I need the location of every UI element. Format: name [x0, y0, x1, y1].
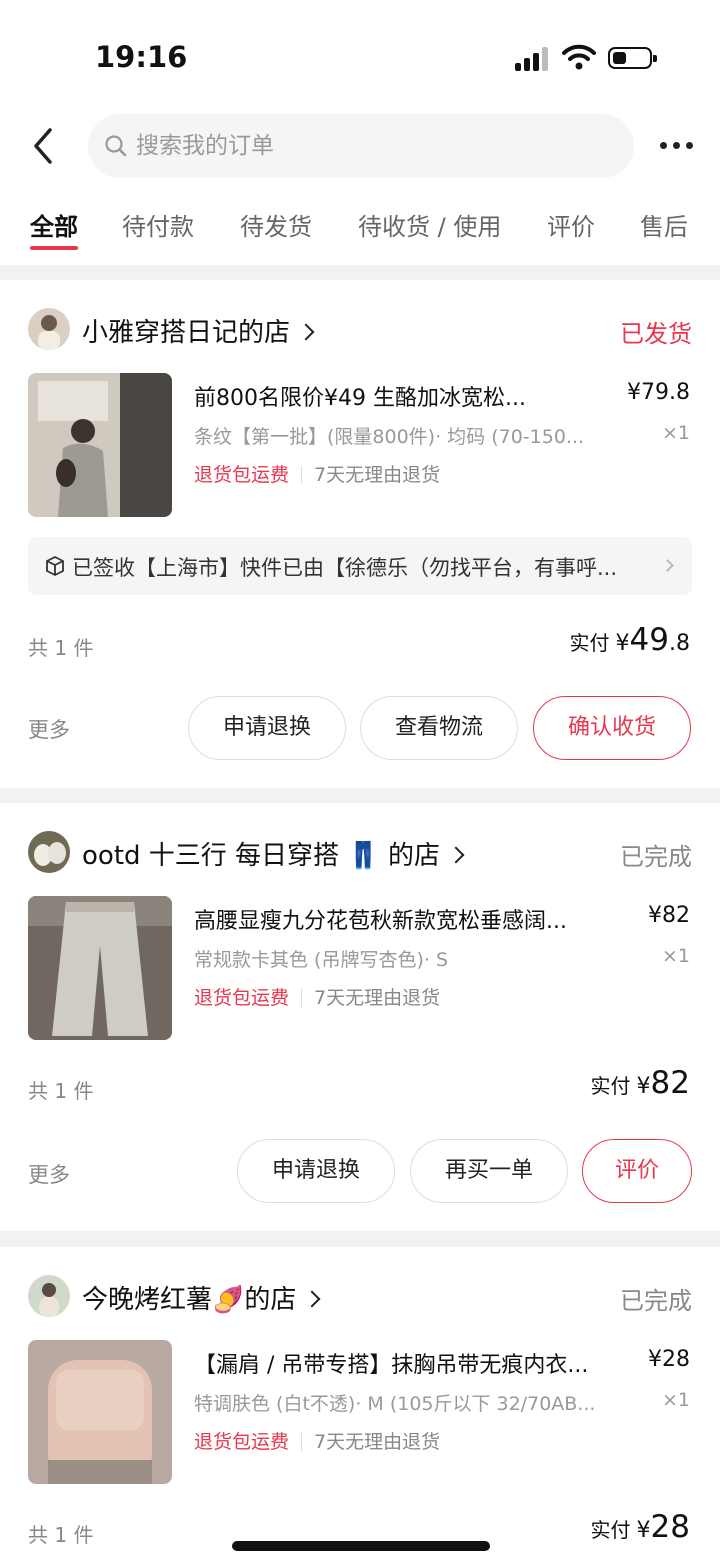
paid-label: 实付 [569, 631, 610, 655]
product-spec: 特调肤色 (白t不透)· M (105斤以下 32/70AB... [194, 1393, 596, 1415]
chevron-right-icon [447, 846, 465, 864]
product-price: ¥82 [648, 903, 690, 928]
service-tags: 退货包运费 7天无理由退货 [194, 983, 440, 1010]
product-quantity: ×1 [661, 945, 690, 967]
home-indicator[interactable] [232, 1541, 490, 1551]
order-status: 已发货 [620, 320, 692, 348]
service-tags: 退货包运费 7天无理由退货 [194, 460, 440, 487]
tab-pending-payment[interactable]: 待付款 [122, 207, 194, 242]
shop-avatar [28, 831, 70, 873]
item-count: 共 1 件 [28, 636, 94, 660]
paid-amount: 实付 ¥28 [591, 1509, 690, 1545]
product-price: ¥28 [648, 1347, 690, 1372]
product-quantity: ×1 [661, 422, 690, 444]
signal-icon [515, 47, 551, 71]
paid-label: 实付 [590, 1074, 631, 1098]
battery-icon [608, 47, 657, 69]
active-tab-indicator [30, 246, 78, 250]
buy-again-button[interactable]: 再买一单 [410, 1139, 568, 1203]
tab-pending-receipt[interactable]: 待收货 / 使用 [358, 207, 501, 242]
review-button[interactable]: 评价 [582, 1139, 692, 1203]
chevron-right-icon [303, 1290, 321, 1308]
order-card: 今晚烤红薯🍠的店 已完成 【漏肩 / 吊带专搭】抹胸吊带无痕内衣... ¥28 … [0, 1247, 720, 1565]
paid-integer: 49 [629, 622, 669, 658]
back-arrow-icon[interactable] [28, 126, 58, 166]
status-bar: 19:16 [0, 0, 720, 110]
product-title[interactable]: 【漏肩 / 吊带专搭】抹胸吊带无痕内衣... [194, 1347, 604, 1379]
shop-avatar [28, 308, 70, 350]
order-status: 已完成 [620, 843, 692, 871]
header: 19:16 全部 待付款 待发货 待收货 / 使用 评价 售后 [0, 0, 720, 265]
product-image[interactable] [28, 896, 172, 1040]
product-spec: 常规款卡其色 (吊牌写杏色)· S [194, 949, 449, 971]
search-icon [105, 135, 127, 157]
return-shipping-tag: 退货包运费 [194, 464, 290, 486]
tab-all[interactable]: 全部 [30, 207, 78, 242]
product-image[interactable] [28, 1340, 172, 1484]
order-card: 小雅穿搭日记的店 已发货 前800名限价¥49 生酪加冰宽松... ¥79.8 … [0, 280, 720, 788]
shop-header[interactable]: ootd 十三行 每日穿搭 👖 的店 已完成 [28, 831, 692, 875]
request-return-button[interactable]: 申请退换 [188, 696, 346, 760]
view-logistics-button[interactable]: 查看物流 [360, 696, 518, 760]
product-price: ¥79.8 [627, 380, 690, 405]
paid-currency: ¥ [636, 1518, 651, 1543]
item-count: 共 1 件 [28, 1079, 94, 1103]
shop-avatar [28, 1275, 70, 1317]
return-policy-tag: 7天无理由退货 [314, 987, 441, 1009]
return-shipping-tag: 退货包运费 [194, 1431, 290, 1453]
paid-decimal: .8 [669, 631, 690, 656]
request-return-button[interactable]: 申请退换 [237, 1139, 395, 1203]
status-time: 19:16 [95, 40, 188, 74]
chevron-right-icon [661, 559, 674, 572]
tab-review[interactable]: 评价 [547, 207, 595, 242]
tab-after-sales[interactable]: 售后 [640, 207, 688, 242]
confirm-receipt-button[interactable]: 确认收货 [533, 696, 691, 760]
logistics-bar[interactable]: 已签收【上海市】快件已由【徐德乐（勿找平台，有事呼... [28, 537, 692, 595]
order-status: 已完成 [620, 1287, 692, 1315]
shop-name: 小雅穿搭日记的店 [82, 318, 291, 348]
more-link[interactable]: 更多 [28, 1159, 70, 1189]
item-count: 共 1 件 [28, 1523, 94, 1547]
paid-currency: ¥ [615, 631, 630, 656]
more-icon[interactable] [656, 134, 696, 158]
product-image[interactable] [28, 373, 172, 517]
tab-pending-shipment[interactable]: 待发货 [240, 207, 312, 242]
order-card: ootd 十三行 每日穿搭 👖 的店 已完成 高腰显瘦九分花苞秋新款宽松垂感阔.… [0, 803, 720, 1231]
search-bar[interactable] [88, 114, 634, 178]
paid-currency: ¥ [636, 1074, 651, 1099]
product-quantity: ×1 [661, 1389, 690, 1411]
shop-header[interactable]: 今晚烤红薯🍠的店 已完成 [28, 1275, 692, 1319]
paid-integer: 28 [650, 1509, 690, 1545]
return-shipping-tag: 退货包运费 [194, 987, 290, 1009]
return-policy-tag: 7天无理由退货 [314, 464, 441, 486]
more-link[interactable]: 更多 [28, 714, 70, 744]
paid-label: 实付 [590, 1518, 631, 1542]
logistics-text: 已签收【上海市】快件已由【徐德乐（勿找平台，有事呼... [72, 556, 618, 580]
shop-name: 今晚烤红薯🍠的店 [82, 1285, 297, 1315]
service-tags: 退货包运费 7天无理由退货 [194, 1427, 440, 1454]
product-title[interactable]: 前800名限价¥49 生酪加冰宽松... [194, 380, 604, 412]
chevron-right-icon [297, 323, 315, 341]
product-title[interactable]: 高腰显瘦九分花苞秋新款宽松垂感阔... [194, 903, 604, 935]
package-icon [46, 556, 64, 576]
return-policy-tag: 7天无理由退货 [314, 1431, 441, 1453]
paid-amount: 实付 ¥82 [591, 1065, 690, 1101]
product-spec: 条纹【第一批】(限量800件)· 均码 (70-150... [194, 426, 585, 448]
wifi-icon [562, 44, 596, 70]
paid-integer: 82 [650, 1065, 690, 1101]
shop-name: ootd 十三行 每日穿搭 👖 的店 [82, 841, 440, 871]
shop-header[interactable]: 小雅穿搭日记的店 已发货 [28, 308, 692, 352]
paid-amount: 实付 ¥49.8 [570, 622, 690, 658]
order-tabs: 全部 待付款 待发货 待收货 / 使用 评价 售后 [0, 195, 720, 255]
search-input[interactable] [136, 128, 606, 164]
